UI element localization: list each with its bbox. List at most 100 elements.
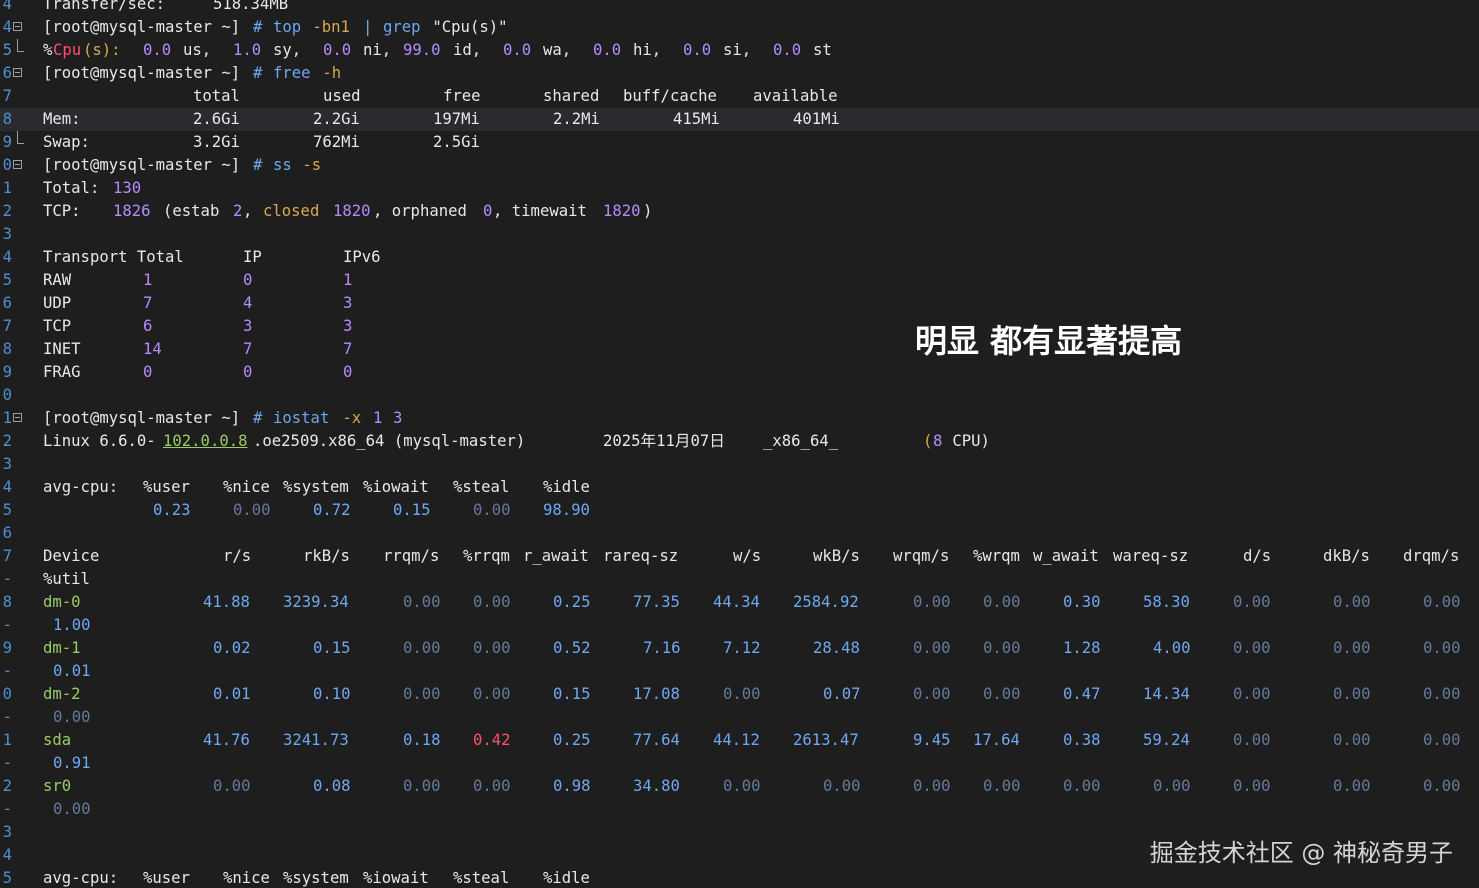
terminal-line: 0 dm-2 0.01 0.10 0.00 0.00 0.15 17.08 0.00 0.07 0.… — [0, 683, 1479, 706]
line-number: - — [2, 708, 12, 726]
text-segment: # — [253, 156, 272, 174]
text-segment: % — [43, 41, 53, 59]
text-segment: total — [193, 87, 240, 105]
text-segment: Total: — [43, 179, 100, 197]
line-gutter: 9 — [0, 131, 40, 154]
line-gutter: 0 — [0, 683, 40, 706]
text-segment: 0.15 — [313, 639, 351, 657]
line-number: 1 — [2, 731, 12, 749]
text-segment: w/s — [733, 547, 762, 565]
text-segment: 44.34 — [713, 593, 760, 611]
text-segment: 1.00 — [53, 616, 91, 634]
text-segment: ni, — [363, 41, 392, 59]
terminal-line: 1 [root@mysql-master ~] # iostat -x 13 — [0, 407, 1479, 430]
text-segment: | — [363, 18, 382, 36]
terminal-line: 6 [root@mysql-master ~] # free -h — [0, 62, 1479, 85]
text-segment: 401Mi — [793, 110, 840, 128]
text-segment: 3 — [243, 317, 253, 335]
text-segment: 0.23 — [153, 501, 191, 519]
text-segment: 0.00 — [53, 708, 91, 726]
text-segment: %user — [143, 478, 190, 496]
fold-collapse-icon[interactable] — [13, 68, 22, 77]
text-segment: 0.0 — [773, 41, 802, 59]
line-number: 1 — [2, 179, 12, 197]
terminal-line: 7 total used free shared buff/cache available — [0, 85, 1479, 108]
text-segment: free — [273, 64, 311, 82]
terminal-line: - 1.00 — [0, 614, 1479, 637]
terminal-window[interactable]: 4 Transfer/sec: 518.34MB 4 [root@mysql-maste… — [0, 0, 1479, 888]
text-segment: 0.00 — [723, 685, 761, 703]
text-segment: wa, — [543, 41, 572, 59]
line-number: 2 — [2, 202, 12, 220]
text-segment: 0 — [143, 363, 153, 381]
line-gutter: - — [0, 660, 40, 683]
line-gutter: 8 — [0, 591, 40, 614]
terminal-line: 1 Total: 130 — [0, 177, 1479, 200]
text-segment: 0.02 — [213, 639, 251, 657]
terminal-line: 5 RAW 1 0 1 — [0, 269, 1479, 292]
text-segment: Swap: — [43, 133, 90, 151]
text-segment: 1 — [343, 271, 353, 289]
text-segment: [root@mysql-master ~] — [43, 64, 241, 82]
text-segment: 17.08 — [633, 685, 680, 703]
text-segment: 2.5Gi — [433, 133, 480, 151]
text-segment: , — [243, 202, 253, 220]
text-segment: 59.24 — [1143, 731, 1190, 749]
fold-collapse-icon[interactable] — [13, 160, 22, 169]
text-segment: Device — [43, 547, 100, 565]
text-segment: FRAG — [43, 363, 81, 381]
line-gutter: 9 — [0, 637, 40, 660]
text-segment: 1.28 — [1063, 639, 1101, 657]
text-segment: 2.6Gi — [193, 110, 240, 128]
text-segment: 0.00 — [1333, 777, 1371, 795]
text-segment: 7.16 — [643, 639, 681, 657]
fold-collapse-icon[interactable] — [13, 413, 22, 422]
text-segment: 0.00 — [983, 639, 1021, 657]
text-segment: dm-2 — [43, 685, 81, 703]
text-segment: 0.00 — [913, 639, 951, 657]
line-gutter: - — [0, 614, 40, 637]
text-segment: 0.00 — [983, 777, 1021, 795]
text-segment: dm-1 — [43, 639, 81, 657]
text-segment: sr0 — [43, 777, 72, 795]
line-gutter: 7 — [0, 315, 40, 338]
text-segment: 8 — [933, 432, 943, 450]
terminal-line: 4 [root@mysql-master ~] # top -bn1 | grep … — [0, 16, 1479, 39]
text-segment: 0 — [343, 363, 353, 381]
text-segment: 1 — [373, 409, 383, 427]
text-segment: 0.00 — [1333, 593, 1371, 611]
text-segment: 0.00 — [1153, 777, 1191, 795]
text-segment: shared — [543, 87, 600, 105]
terminal-line: 0 — [0, 384, 1479, 407]
terminal-line: 5 0.23 0.00 0.72 0.15 0.00 98.90 — [0, 499, 1479, 522]
line-number: 4 — [2, 478, 12, 496]
line-number: 4 — [2, 248, 12, 266]
text-segment: IPv6 — [343, 248, 381, 266]
text-segment: 0.00 — [983, 685, 1021, 703]
text-segment: d/s — [1243, 547, 1272, 565]
text-segment: rrqm/s — [383, 547, 440, 565]
text-segment: Transport Total — [43, 248, 184, 266]
text-segment: 1.0 — [233, 41, 262, 59]
line-number: 9 — [2, 363, 12, 381]
terminal-line: - 0.00 — [0, 798, 1479, 821]
text-segment: 98.90 — [543, 501, 590, 519]
line-number: 5 — [2, 271, 12, 289]
line-gutter: 6 — [0, 522, 40, 545]
line-gutter: 4 — [0, 0, 40, 16]
line-number: - — [2, 570, 12, 588]
line-gutter: 7 — [0, 545, 40, 568]
text-segment: %nice — [223, 478, 270, 496]
text-segment: 0.00 — [1423, 731, 1461, 749]
line-number: 2 — [2, 432, 12, 450]
text-segment: 3 — [393, 409, 403, 427]
terminal-line: 8 INET 14 7 7 — [0, 338, 1479, 361]
fold-collapse-icon[interactable] — [13, 22, 22, 31]
line-number: 5 — [2, 869, 12, 887]
text-segment: 2584.92 — [793, 593, 859, 611]
text-segment: 0.00 — [473, 777, 511, 795]
text-segment: 0.00 — [983, 593, 1021, 611]
line-gutter: 2 — [0, 200, 40, 223]
text-segment: IP — [243, 248, 262, 266]
text-segment: 1 — [143, 271, 153, 289]
